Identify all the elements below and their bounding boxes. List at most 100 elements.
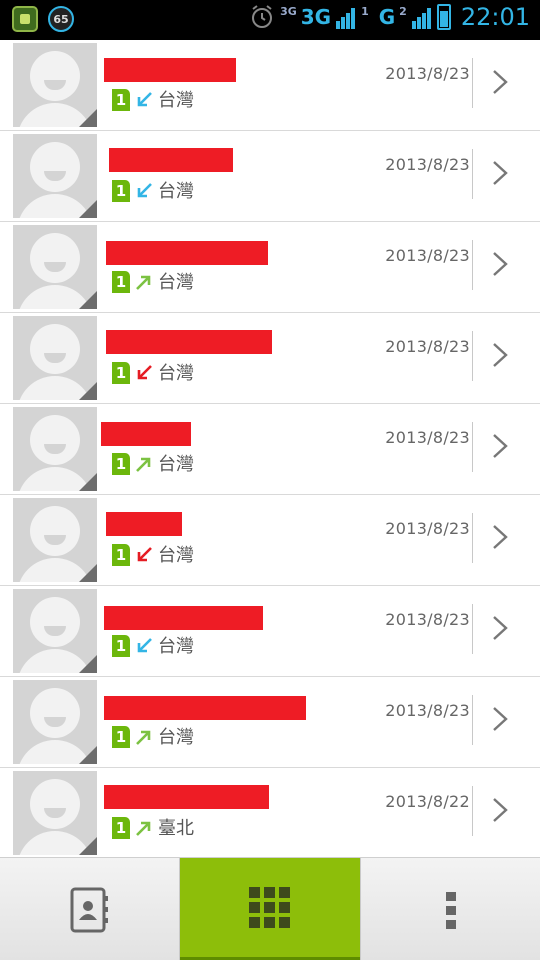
call-log-row[interactable]: 1 台灣 2013/8/23 (0, 495, 540, 586)
sim1-indicator: 1 (361, 5, 369, 18)
missed-call-icon (137, 365, 152, 380)
call-log-row[interactable]: 1 台灣 2013/8/23 (0, 677, 540, 768)
outgoing-call-icon (136, 275, 151, 290)
call-date: 2013/8/23 (385, 155, 470, 174)
call-location: 台灣 (158, 636, 194, 657)
redacted-contact-name (101, 422, 191, 446)
call-date: 2013/8/23 (385, 337, 470, 356)
contact-avatar[interactable] (13, 407, 97, 491)
incoming-call-icon (137, 92, 152, 107)
redacted-contact-name (106, 512, 182, 536)
contacts-book-icon (70, 887, 108, 932)
contact-avatar[interactable] (13, 43, 97, 127)
notification-count-badge: 65 (48, 6, 74, 32)
call-location: 台灣 (158, 272, 194, 293)
call-date: 2013/8/23 (385, 610, 470, 629)
redacted-contact-name (104, 785, 269, 809)
signal-sim2-icon (411, 8, 431, 29)
sim-badge: 1 (112, 362, 130, 384)
chevron-right-icon[interactable] (487, 430, 513, 462)
row-divider (472, 786, 473, 836)
redacted-contact-name (106, 241, 268, 265)
outgoing-call-icon (136, 730, 151, 745)
network-type-label: 3G (300, 5, 332, 29)
row-divider (472, 513, 473, 563)
dialpad-grid-icon (249, 886, 290, 928)
chevron-right-icon[interactable] (487, 521, 513, 553)
app-notification-icon (12, 6, 38, 32)
chevron-right-icon[interactable] (487, 703, 513, 735)
call-date: 2013/8/23 (385, 701, 470, 720)
chevron-right-icon[interactable] (487, 612, 513, 644)
tab-contacts[interactable] (0, 858, 180, 960)
redacted-contact-name (109, 148, 233, 172)
contact-avatar[interactable] (13, 498, 97, 582)
outgoing-call-icon (136, 457, 151, 472)
row-divider (472, 604, 473, 654)
outgoing-call-icon (136, 821, 151, 836)
chevron-right-icon[interactable] (487, 157, 513, 189)
redacted-contact-name (106, 330, 272, 354)
tab-overflow-menu[interactable] (360, 858, 540, 960)
sim-badge: 1 (112, 544, 130, 566)
contact-avatar[interactable] (13, 316, 97, 400)
call-location: 台灣 (158, 545, 194, 566)
sim-badge: 1 (112, 726, 130, 748)
status-bar: 65 3G 3G 1 G 2 22:01 (0, 0, 540, 40)
sim-badge: 1 (112, 89, 130, 111)
call-log-row[interactable]: 1 台灣 2013/8/23 (0, 40, 540, 131)
row-divider (472, 331, 473, 381)
sim-badge: 1 (112, 817, 130, 839)
contact-avatar[interactable] (13, 680, 97, 764)
call-log-list[interactable]: 1 台灣 2013/8/23 1 台灣 2013/8/23 1 台灣 2013/… (0, 40, 540, 856)
sim-badge: 1 (112, 635, 130, 657)
battery-icon (436, 4, 451, 30)
chevron-right-icon[interactable] (487, 794, 513, 826)
call-log-row[interactable]: 1 台灣 2013/8/23 (0, 313, 540, 404)
redacted-contact-name (104, 606, 263, 630)
clock-time: 22:01 (460, 3, 530, 31)
network-type-2-label: G (378, 5, 396, 29)
redacted-contact-name (104, 58, 236, 82)
missed-call-icon (137, 547, 152, 562)
call-log-row[interactable]: 1 台灣 2013/8/23 (0, 131, 540, 222)
redacted-contact-name (104, 696, 306, 720)
incoming-call-icon (137, 638, 152, 653)
contact-avatar[interactable] (13, 225, 97, 309)
sim2-indicator: 2 (399, 5, 407, 18)
alarm-clock-icon (252, 5, 273, 28)
row-divider (472, 58, 473, 108)
call-date: 2013/8/23 (385, 519, 470, 538)
tab-dialpad[interactable] (180, 858, 360, 960)
call-log-row[interactable]: 1 台灣 2013/8/23 (0, 586, 540, 677)
contact-avatar[interactable] (13, 134, 97, 218)
contact-avatar[interactable] (13, 771, 97, 855)
row-divider (472, 240, 473, 290)
sim-badge: 1 (112, 180, 130, 202)
chevron-right-icon[interactable] (487, 248, 513, 280)
sim-badge: 1 (112, 271, 130, 293)
call-log-row[interactable]: 1 台灣 2013/8/23 (0, 404, 540, 495)
chevron-right-icon[interactable] (487, 66, 513, 98)
chevron-right-icon[interactable] (487, 339, 513, 371)
signal-sim1-icon (336, 8, 356, 29)
bottom-action-bar (0, 857, 540, 960)
call-date: 2013/8/23 (385, 246, 470, 265)
overflow-menu-icon (445, 891, 456, 929)
network-3g-small-label: 3G (280, 5, 297, 18)
incoming-call-icon (137, 183, 152, 198)
call-location: 台灣 (158, 727, 194, 748)
call-date: 2013/8/22 (385, 792, 470, 811)
row-divider (472, 149, 473, 199)
row-divider (472, 695, 473, 745)
row-divider (472, 422, 473, 472)
call-log-row[interactable]: 1 台灣 2013/8/23 (0, 222, 540, 313)
call-location: 台灣 (158, 454, 194, 475)
contact-avatar[interactable] (13, 589, 97, 673)
call-log-row[interactable]: 1 臺北 2013/8/22 (0, 768, 540, 856)
call-location: 臺北 (158, 818, 194, 839)
call-location: 台灣 (158, 363, 194, 384)
sim-badge: 1 (112, 453, 130, 475)
call-date: 2013/8/23 (385, 428, 470, 447)
call-location: 台灣 (158, 181, 194, 202)
